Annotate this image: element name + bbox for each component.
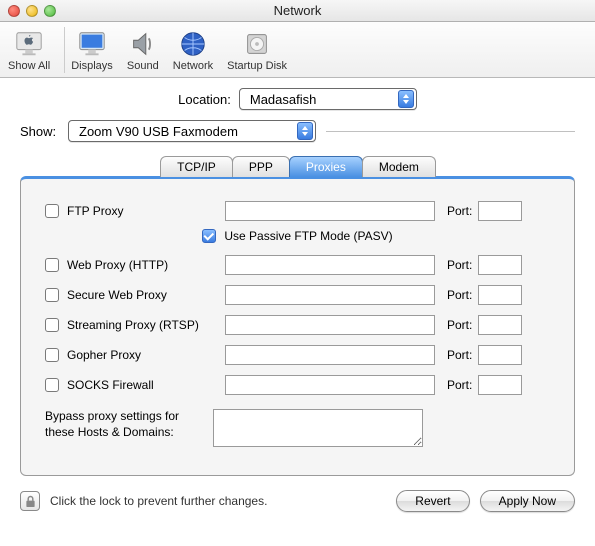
ftp-proxy-host-input[interactable] <box>225 201 435 221</box>
passive-ftp-label: Use Passive FTP Mode (PASV) <box>224 229 392 243</box>
startup-disk-button[interactable]: Startup Disk <box>227 28 287 72</box>
ftp-proxy-port-input[interactable] <box>478 201 522 221</box>
passive-ftp-checkbox[interactable] <box>202 229 216 243</box>
displays-button[interactable]: Displays <box>71 28 113 72</box>
tab-tcpip[interactable]: TCP/IP <box>160 156 233 177</box>
http-proxy-host-input[interactable] <box>225 255 435 275</box>
popup-arrows-icon <box>297 122 313 140</box>
lock-icon <box>25 495 36 508</box>
https-proxy-label: Secure Web Proxy <box>67 288 225 302</box>
footer: Click the lock to prevent further change… <box>0 476 595 526</box>
disk-icon <box>241 28 273 60</box>
show-all-button[interactable]: Show All <box>8 28 50 72</box>
apply-now-button[interactable]: Apply Now <box>480 490 575 512</box>
lock-help-text: Click the lock to prevent further change… <box>50 494 386 508</box>
tab-proxies[interactable]: Proxies <box>289 156 363 177</box>
location-value: Madasafish <box>250 92 316 107</box>
https-proxy-host-input[interactable] <box>225 285 435 305</box>
toolbar-label: Startup Disk <box>227 60 287 72</box>
port-label: Port: <box>447 204 472 218</box>
port-label: Port: <box>447 288 472 302</box>
toolbar-label: Displays <box>71 60 113 72</box>
port-label: Port: <box>447 378 472 392</box>
ftp-proxy-label: FTP Proxy <box>67 204 225 218</box>
apple-logo-icon <box>13 28 45 60</box>
toolbar: Show All Displays Sound Network Startup … <box>0 22 595 78</box>
tab-bar: TCP/IP PPP Proxies Modem <box>20 156 575 177</box>
location-label: Location: <box>178 92 239 107</box>
popup-arrows-icon <box>398 90 414 108</box>
socks-proxy-host-input[interactable] <box>225 375 435 395</box>
socks-proxy-checkbox[interactable] <box>45 378 59 392</box>
gopher-proxy-host-input[interactable] <box>225 345 435 365</box>
revert-button[interactable]: Revert <box>396 490 469 512</box>
window-title: Network <box>0 3 595 18</box>
speaker-icon <box>127 28 159 60</box>
globe-icon <box>177 28 209 60</box>
location-popup[interactable]: Madasafish <box>239 88 417 110</box>
lock-button[interactable] <box>20 491 40 511</box>
port-label: Port: <box>447 348 472 362</box>
socks-proxy-port-input[interactable] <box>478 375 522 395</box>
gopher-proxy-port-input[interactable] <box>478 345 522 365</box>
bypass-label: Bypass proxy settings for these Hosts & … <box>45 409 213 440</box>
toolbar-separator <box>64 27 65 73</box>
sound-button[interactable]: Sound <box>127 28 159 72</box>
tab-ppp[interactable]: PPP <box>232 156 290 177</box>
https-proxy-checkbox[interactable] <box>45 288 59 302</box>
show-label: Show: <box>20 124 68 139</box>
port-label: Port: <box>447 318 472 332</box>
ftp-proxy-checkbox[interactable] <box>45 204 59 218</box>
toolbar-label: Show All <box>8 60 50 72</box>
https-proxy-port-input[interactable] <box>478 285 522 305</box>
http-proxy-port-input[interactable] <box>478 255 522 275</box>
socks-proxy-label: SOCKS Firewall <box>67 378 225 392</box>
gopher-proxy-checkbox[interactable] <box>45 348 59 362</box>
bypass-hosts-input[interactable] <box>213 409 423 447</box>
rtsp-proxy-port-input[interactable] <box>478 315 522 335</box>
rtsp-proxy-label: Streaming Proxy (RTSP) <box>67 318 225 332</box>
gopher-proxy-label: Gopher Proxy <box>67 348 225 362</box>
show-popup[interactable]: Zoom V90 USB Faxmodem <box>68 120 316 142</box>
toolbar-label: Sound <box>127 60 159 72</box>
network-button[interactable]: Network <box>173 28 213 72</box>
divider <box>326 131 575 132</box>
rtsp-proxy-checkbox[interactable] <box>45 318 59 332</box>
window-titlebar: Network <box>0 0 595 22</box>
display-icon <box>76 28 108 60</box>
http-proxy-checkbox[interactable] <box>45 258 59 272</box>
tab-modem[interactable]: Modem <box>362 156 436 177</box>
port-label: Port: <box>447 258 472 272</box>
toolbar-label: Network <box>173 60 213 72</box>
show-value: Zoom V90 USB Faxmodem <box>79 124 238 139</box>
proxies-panel: FTP Proxy Port: Use Passive FTP Mode (PA… <box>20 176 575 476</box>
rtsp-proxy-host-input[interactable] <box>225 315 435 335</box>
http-proxy-label: Web Proxy (HTTP) <box>67 258 225 272</box>
